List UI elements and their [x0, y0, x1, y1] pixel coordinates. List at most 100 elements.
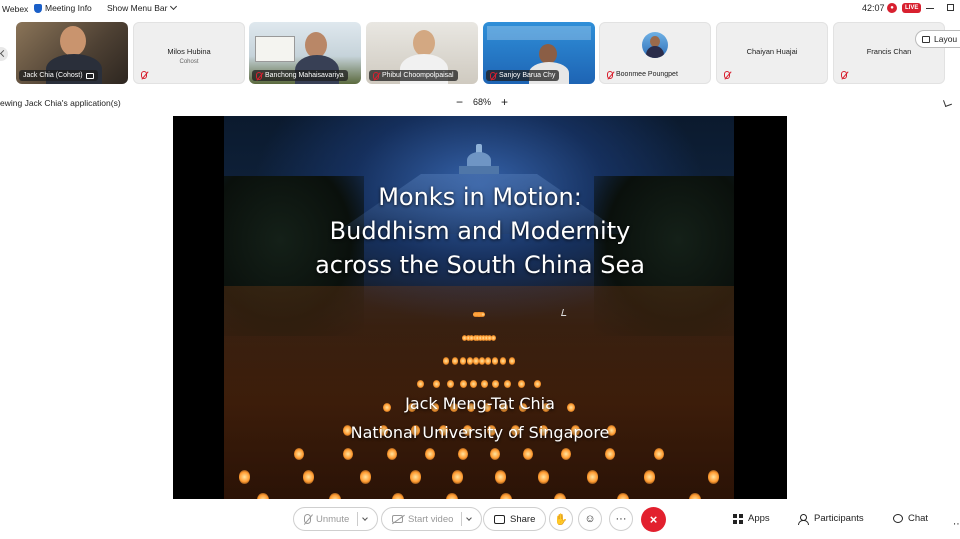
slide-title-line: Monks in Motion:	[378, 183, 582, 211]
overflow-icon[interactable]: ⋯	[953, 519, 960, 530]
participant-video	[60, 26, 86, 56]
participant-name-label: Boonmee Poungpet	[603, 69, 682, 80]
candle-light	[302, 470, 314, 484]
hand-icon: ✋	[554, 513, 568, 526]
layout-button[interactable]: Layou	[915, 30, 960, 48]
unmute-button[interactable]: Unmute	[293, 507, 379, 531]
meeting-info-button[interactable]: Meeting Info	[34, 3, 92, 13]
show-menu-bar-label: Show Menu Bar	[107, 3, 168, 13]
candle-light	[480, 379, 488, 389]
candle-light	[509, 357, 515, 365]
reactions-button[interactable]: ☺	[578, 507, 602, 531]
candle-light	[653, 447, 664, 460]
candle-light	[604, 447, 615, 460]
end-meeting-button[interactable]: ×	[641, 507, 666, 532]
candle-light	[537, 470, 549, 484]
zoom-out-button[interactable]: −	[456, 96, 463, 108]
chat-label: Chat	[908, 513, 929, 524]
meeting-info-label: Meeting Info	[45, 3, 92, 13]
candle-light	[416, 379, 424, 389]
muted-icon	[841, 70, 847, 79]
candle-light	[492, 357, 498, 365]
candle-light	[523, 447, 533, 460]
minimize-icon[interactable]	[926, 8, 934, 9]
participant-name: Francis Chan	[866, 47, 912, 56]
participant-tile[interactable]: Jack Chia (Cohost)	[16, 22, 128, 84]
share-screen-icon	[494, 514, 505, 524]
apps-label: Apps	[748, 513, 770, 524]
layout-icon	[922, 35, 930, 43]
mic-muted-icon	[304, 514, 311, 524]
participant-video	[539, 44, 557, 64]
participant-name: Milos Hubina	[167, 47, 211, 56]
title-bar: Webex Meeting Info Show Menu Bar 42:07 ●…	[0, 0, 960, 18]
candle-light	[491, 379, 499, 389]
camera-icon	[85, 72, 94, 79]
candle-light	[480, 312, 485, 317]
participant-name-label: Jack Chia (Cohost)	[19, 70, 98, 81]
participant-name: Chaiyan Huajai	[746, 47, 798, 56]
shared-content[interactable]: Monks in Motion: Buddhism and Modernity …	[173, 116, 787, 499]
candle-light	[432, 379, 440, 389]
candle-light	[457, 447, 468, 460]
candle-light	[409, 470, 421, 484]
muted-icon	[490, 71, 496, 80]
chevron-down-icon	[170, 2, 178, 11]
unmute-label: Unmute	[316, 513, 350, 525]
candle-light	[238, 470, 250, 484]
share-label: Share	[510, 513, 536, 525]
participant-tile[interactable]: Milos Hubina Cohost	[133, 22, 245, 84]
chevron-down-icon[interactable]	[466, 515, 473, 521]
candle-light	[494, 470, 506, 484]
muted-icon	[256, 71, 262, 80]
muted-icon	[141, 70, 147, 79]
meeting-timer: 42:07	[862, 3, 885, 13]
zoom-level: 68%	[473, 97, 492, 107]
candle-light	[491, 334, 497, 341]
recording-icon: ●	[887, 3, 897, 13]
candle-light	[460, 357, 466, 365]
candle-light	[359, 470, 371, 484]
chevron-down-icon[interactable]	[362, 515, 369, 521]
candle-light	[459, 379, 467, 389]
candle-light	[452, 470, 464, 484]
avatar	[642, 32, 668, 58]
viewing-share-text: ewing Jack Chia's application(s)	[0, 98, 121, 108]
app-name: Webex	[2, 4, 29, 14]
share-button[interactable]: Share	[483, 507, 547, 531]
strip-scroll-left-button[interactable]	[0, 47, 8, 61]
live-badge: LIVE	[902, 3, 922, 13]
apps-button[interactable]: Apps	[733, 513, 770, 524]
participant-video	[413, 30, 435, 56]
participants-icon	[798, 513, 809, 525]
participant-tile[interactable]: Chaiyan Huajai	[716, 22, 828, 84]
zoom-in-button[interactable]: +	[501, 96, 508, 108]
slide-author-affiliation: National University of Singapore	[350, 423, 610, 442]
restore-icon[interactable]	[947, 4, 954, 11]
candle-light	[644, 470, 656, 484]
more-options-button[interactable]: ···	[609, 507, 633, 531]
participant-tile[interactable]: Sanjoy Barua Chy	[483, 22, 595, 84]
smiley-icon: ☺	[584, 513, 596, 525]
muted-icon	[724, 70, 730, 79]
chat-button[interactable]: Chat	[893, 513, 928, 524]
participants-button[interactable]: Participants	[798, 513, 864, 525]
muted-icon	[373, 71, 379, 80]
candle-light	[443, 357, 449, 365]
participant-tile[interactable]: Boonmee Poungpet	[599, 22, 711, 84]
candle-light	[386, 447, 397, 460]
apps-icon	[733, 513, 743, 524]
participant-tile[interactable]: Phibul Choompolpaisal	[366, 22, 478, 84]
shield-icon	[34, 3, 42, 13]
show-menu-bar-button[interactable]: Show Menu Bar	[107, 2, 178, 13]
participant-tile[interactable]: Banchong Mahaisavariya	[249, 22, 361, 84]
participant-role: Cohost	[179, 59, 199, 65]
annotate-icon[interactable]	[943, 98, 952, 107]
participant-name-label: Sanjoy Barua Chy	[486, 70, 560, 81]
more-icon: ···	[615, 513, 627, 525]
meeting-controls: Unmute Start video Share ✋ ☺ ··· × Apps …	[0, 505, 960, 535]
candle-light	[452, 357, 458, 365]
raise-hand-button[interactable]: ✋	[549, 507, 573, 531]
slide-title-line: Buddhism and Modernity	[329, 217, 631, 245]
start-video-button[interactable]: Start video	[381, 507, 483, 531]
